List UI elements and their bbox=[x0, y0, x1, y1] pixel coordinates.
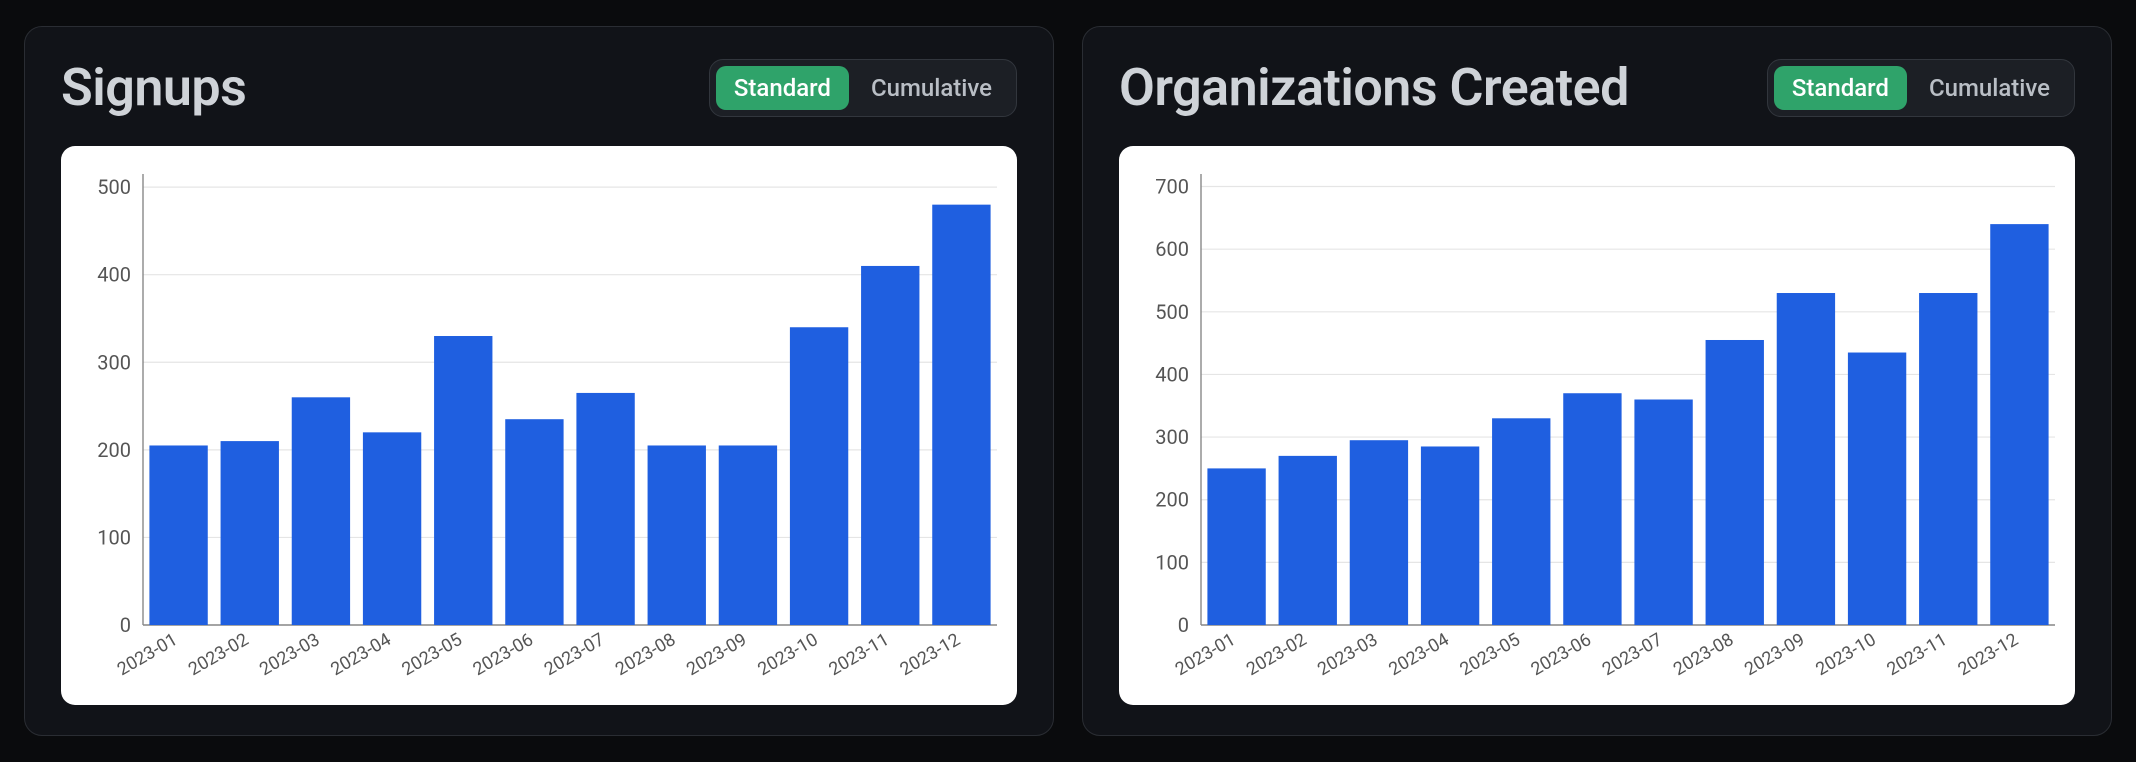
x-tick-label: 2023-05 bbox=[1456, 629, 1523, 680]
y-tick-label: 700 bbox=[1155, 175, 1189, 199]
x-tick-label: 2023-08 bbox=[612, 629, 679, 680]
y-tick-label: 200 bbox=[97, 438, 131, 462]
bar bbox=[1350, 440, 1408, 625]
x-tick-label: 2023-11 bbox=[825, 629, 892, 680]
y-tick-label: 0 bbox=[120, 613, 131, 637]
bar bbox=[1634, 400, 1692, 626]
y-tick-label: 500 bbox=[97, 175, 131, 199]
bar bbox=[505, 419, 563, 625]
y-tick-label: 300 bbox=[97, 350, 131, 374]
y-tick-label: 100 bbox=[97, 525, 131, 549]
bar bbox=[932, 205, 990, 625]
x-tick-label: 2023-02 bbox=[1243, 629, 1310, 680]
bar bbox=[221, 441, 279, 625]
x-tick-label: 2023-12 bbox=[1955, 629, 2022, 680]
y-tick-label: 400 bbox=[1155, 362, 1189, 386]
y-tick-label: 100 bbox=[1155, 550, 1189, 574]
toggle-standard-button[interactable]: Standard bbox=[1774, 66, 1907, 110]
bar bbox=[1919, 293, 1977, 625]
bar bbox=[292, 397, 350, 625]
bar bbox=[1279, 456, 1337, 625]
x-tick-label: 2023-07 bbox=[1599, 629, 1666, 680]
x-tick-label: 2023-04 bbox=[1385, 629, 1452, 680]
x-tick-label: 2023-02 bbox=[185, 629, 252, 680]
bar bbox=[1777, 293, 1835, 625]
y-tick-label: 200 bbox=[1155, 488, 1189, 512]
y-tick-label: 300 bbox=[1155, 425, 1189, 449]
card-title: Organizations Created bbox=[1119, 57, 1629, 118]
bar bbox=[861, 266, 919, 625]
bar bbox=[1563, 393, 1621, 625]
x-tick-label: 2023-11 bbox=[1883, 629, 1950, 680]
x-tick-label: 2023-08 bbox=[1670, 629, 1737, 680]
chart-svg: 01002003004005006007002023-012023-022023… bbox=[1119, 146, 2075, 705]
x-tick-label: 2023-09 bbox=[1741, 629, 1808, 680]
bar bbox=[1492, 418, 1550, 625]
chart-svg: 01002003004005002023-012023-022023-03202… bbox=[61, 146, 1017, 705]
x-tick-label: 2023-07 bbox=[541, 629, 608, 680]
bar bbox=[719, 445, 777, 625]
bar bbox=[434, 336, 492, 625]
x-tick-label: 2023-05 bbox=[398, 629, 465, 680]
x-tick-label: 2023-10 bbox=[754, 629, 821, 680]
x-tick-label: 2023-10 bbox=[1812, 629, 1879, 680]
y-tick-label: 0 bbox=[1178, 613, 1189, 637]
bar bbox=[1421, 446, 1479, 625]
bar bbox=[576, 393, 634, 625]
bar bbox=[1207, 468, 1265, 625]
bar bbox=[363, 432, 421, 625]
card-header: Organizations Created Standard Cumulativ… bbox=[1119, 57, 2075, 118]
card-header: Signups Standard Cumulative bbox=[61, 57, 1017, 118]
signups-card: Signups Standard Cumulative 0 100 200 300 40… bbox=[24, 26, 1054, 736]
view-toggle: Standard Cumulative bbox=[709, 59, 1017, 117]
card-title: Signups bbox=[61, 57, 246, 118]
x-tick-label: 2023-09 bbox=[683, 629, 750, 680]
toggle-standard-button[interactable]: Standard bbox=[716, 66, 849, 110]
dashboard-page: Signups Standard Cumulative 0 100 200 300 40… bbox=[0, 0, 2136, 762]
signups-chart: 01002003004005002023-012023-022023-03202… bbox=[61, 146, 1017, 705]
orgs-chart: 01002003004005006007002023-012023-022023… bbox=[1119, 146, 2075, 705]
x-tick-label: 2023-04 bbox=[327, 629, 394, 680]
x-tick-label: 2023-12 bbox=[897, 629, 964, 680]
bar bbox=[1990, 224, 2048, 625]
x-tick-label: 2023-03 bbox=[1314, 629, 1381, 680]
y-tick-label: 600 bbox=[1155, 237, 1189, 261]
orgs-card: Organizations Created Standard Cumulativ… bbox=[1082, 26, 2112, 736]
x-tick-label: 2023-06 bbox=[470, 629, 537, 680]
view-toggle: Standard Cumulative bbox=[1767, 59, 2075, 117]
x-tick-label: 2023-06 bbox=[1528, 629, 1595, 680]
toggle-cumulative-button[interactable]: Cumulative bbox=[1911, 66, 2068, 110]
bar bbox=[1848, 353, 1906, 625]
bar bbox=[790, 327, 848, 625]
y-tick-label: 400 bbox=[97, 263, 131, 287]
toggle-cumulative-button[interactable]: Cumulative bbox=[853, 66, 1010, 110]
bar bbox=[1706, 340, 1764, 625]
y-tick-label: 500 bbox=[1155, 300, 1189, 324]
bar bbox=[149, 445, 207, 625]
bar bbox=[648, 445, 706, 625]
x-tick-label: 2023-03 bbox=[256, 629, 323, 680]
